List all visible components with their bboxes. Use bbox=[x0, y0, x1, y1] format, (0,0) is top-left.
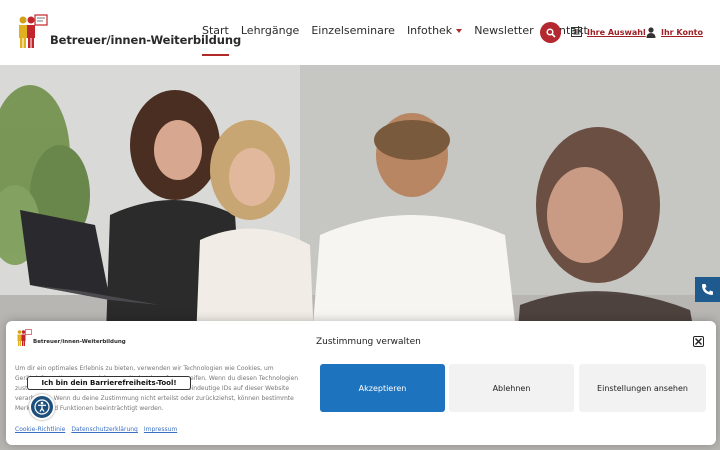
nav-einzelseminare[interactable]: Einzelseminare bbox=[311, 24, 395, 37]
consent-links: Cookie-Richtlinie Datenschutzerklärung I… bbox=[15, 426, 183, 433]
nav-lehrgaenge[interactable]: Lehrgänge bbox=[241, 24, 299, 37]
nav-infothek-label: Infothek bbox=[406, 24, 453, 37]
site-header: Betreuer/innen-Weiterbildung Start Lehrg… bbox=[0, 0, 720, 65]
accessibility-button[interactable] bbox=[29, 394, 55, 420]
consent-logo: Betreuer/innen-Weiterbildung bbox=[16, 329, 126, 347]
search-icon bbox=[545, 27, 556, 38]
consent-logo-text: Betreuer/innen-Weiterbildung bbox=[33, 339, 126, 345]
phone-button[interactable] bbox=[695, 277, 720, 302]
nav-infothek[interactable]: Infothek bbox=[406, 24, 463, 37]
accept-button[interactable]: Akzeptieren bbox=[320, 364, 445, 412]
logo-icon bbox=[19, 14, 48, 48]
nav-start[interactable]: Start bbox=[202, 24, 229, 56]
list-icon bbox=[571, 27, 582, 37]
phone-icon bbox=[702, 284, 713, 295]
account-link[interactable]: Ihr Konto bbox=[646, 27, 703, 38]
close-button[interactable] bbox=[693, 336, 704, 347]
close-icon bbox=[695, 338, 702, 345]
nav-newsletter[interactable]: Newsletter bbox=[474, 24, 533, 37]
user-icon bbox=[646, 27, 656, 38]
cookie-policy-link[interactable]: Cookie-Richtlinie bbox=[15, 426, 65, 433]
account-label: Ihr Konto bbox=[661, 28, 703, 37]
logo-icon bbox=[17, 329, 32, 346]
search-button[interactable] bbox=[540, 22, 561, 43]
preferences-button[interactable]: Einstellungen ansehen bbox=[579, 364, 706, 412]
accessibility-tooltip: Ich bin dein Barrierefreiheits-Tool! bbox=[27, 376, 191, 390]
accessibility-icon bbox=[34, 399, 50, 415]
imprint-link[interactable]: Impressum bbox=[144, 426, 177, 433]
caret-down-icon bbox=[456, 29, 463, 33]
selection-link[interactable]: Ihre Auswahl bbox=[571, 27, 646, 37]
reject-button[interactable]: Ablehnen bbox=[449, 364, 574, 412]
selection-label: Ihre Auswahl bbox=[587, 27, 646, 37]
consent-title: Zustimmung verwalten bbox=[316, 337, 421, 347]
privacy-link[interactable]: Datenschutzerklärung bbox=[71, 426, 138, 433]
